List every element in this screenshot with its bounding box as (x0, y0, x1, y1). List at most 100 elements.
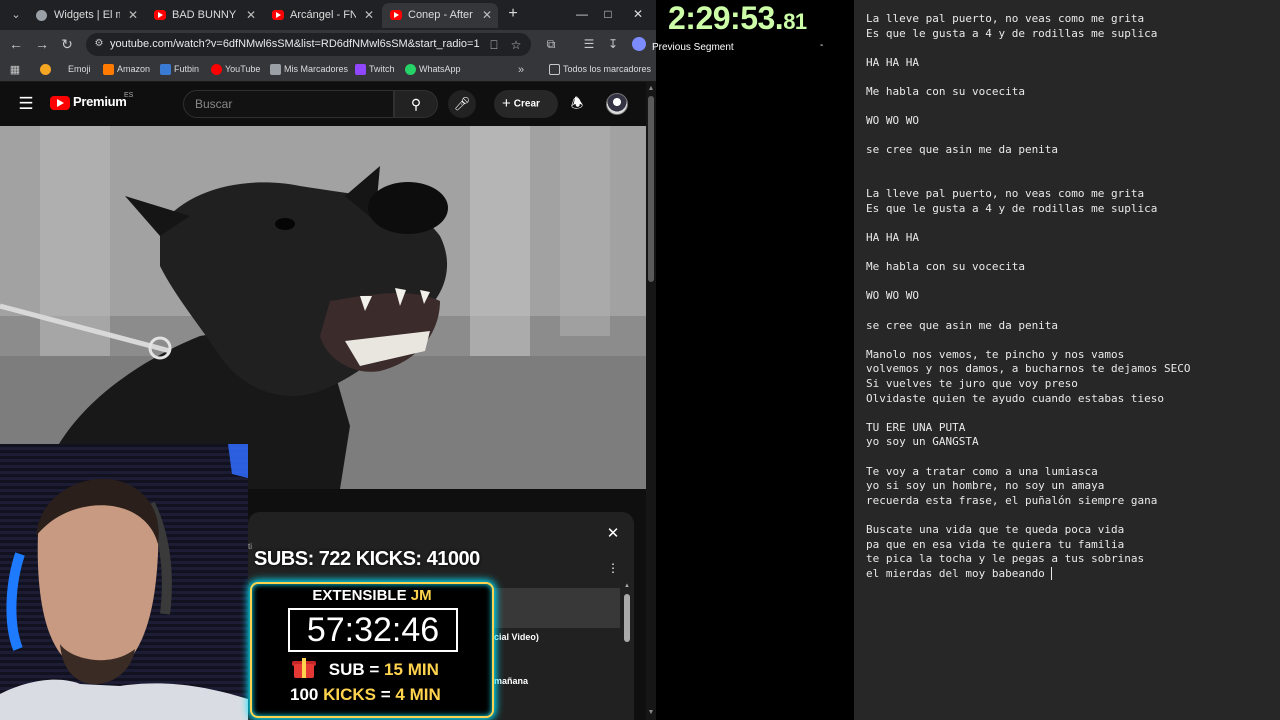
timer-title: EXTENSIBLE JM (252, 587, 492, 604)
lyric-line: Es que le gusta a 4 y de rodillas me sup… (866, 201, 1158, 215)
tab-bar: ⌄ Widgets | El mejor ✕ BAD BUNNY - AM ✕ … (0, 0, 656, 30)
maximize-icon[interactable]: □ (596, 4, 620, 24)
subs-kicks-counter: SUBS: 722 KICKS: 41000 (254, 548, 480, 570)
folder-icon (270, 64, 281, 75)
video-player[interactable] (0, 126, 646, 489)
bookmark-whatsapp[interactable]: WhatsApp (405, 58, 461, 81)
kicks-rule-count: 100 (290, 685, 319, 704)
close-playlist-icon[interactable]: ✕ (603, 524, 623, 544)
lyric-line: te pica la tocha y le pegas a tus sobrin… (866, 552, 1145, 566)
youtube-logo-text[interactable]: Premium (73, 94, 127, 109)
lyric-line: HA HA HA (866, 55, 919, 69)
kicks-rule-unit: MIN (409, 685, 441, 704)
minimize-icon[interactable]: — (570, 4, 594, 24)
tab-conep-after[interactable]: Conep - After (Offi ✕ (382, 3, 498, 28)
futbin-icon (160, 64, 171, 75)
panel-scroll-up-icon[interactable]: ▲ (623, 582, 631, 590)
playlist-current-row[interactable] (488, 588, 620, 628)
countdown-display: 57:32:46 (288, 608, 458, 652)
account-avatar[interactable] (606, 93, 628, 115)
browser-toolbar: ← → ↻ ⚙ youtube.com/watch?v=6dfNMwl6sSM&… (0, 30, 656, 58)
sub-rule-label: SUB (328, 660, 365, 679)
more-options-icon[interactable]: ⋮ (607, 560, 619, 576)
bookmark-label: Emoji (68, 64, 91, 74)
profile-avatar[interactable] (632, 37, 646, 51)
scroll-down-arrow-icon[interactable]: ▼ (646, 708, 656, 718)
close-tab-icon[interactable]: ✕ (246, 3, 256, 28)
search-input[interactable] (183, 90, 394, 118)
lyric-line: Es que le gusta a 4 y de rodillas me sup… (866, 26, 1158, 40)
address-bar[interactable]: ⚙ youtube.com/watch?v=6dfNMwl6sSM&list=R… (86, 33, 531, 56)
url-text: youtube.com/watch?v=6dfNMwl6sSM&list=RD6… (110, 38, 480, 50)
playlist-item-title[interactable]: mañana (494, 676, 528, 686)
panel-scrollbar-thumb[interactable] (624, 594, 630, 642)
tab-search-icon[interactable]: ⌄ (6, 5, 26, 25)
forward-icon[interactable]: → (32, 34, 52, 54)
media-control-icon[interactable]: ☰ (580, 35, 598, 53)
livesplit-timer: 2:29:53.81 Previous Segment - (652, 0, 854, 720)
youtube-icon (211, 64, 222, 75)
microphone-icon[interactable]: 🎤︎ (448, 90, 476, 118)
bookmark-label: YouTube (225, 64, 261, 74)
bookmark-mis-marcadores[interactable]: Mis Marcadores (270, 58, 348, 81)
tab-bad-bunny[interactable]: BAD BUNNY - AM ✕ (146, 3, 262, 28)
subathon-timer-widget: EXTENSIBLE JM 57:32:46 SUB = 15 MIN 100 … (250, 582, 494, 718)
bookmark-twitch[interactable]: Twitch (355, 58, 395, 81)
extensions-icon[interactable]: ⧉ (542, 35, 560, 53)
playlist-item-title[interactable]: cial Video) (494, 632, 539, 642)
lyric-line: recuerda esta frase, el puñalón siempre … (866, 493, 1158, 507)
apps-grid-icon[interactable]: ▦ (8, 63, 22, 77)
install-app-icon[interactable]: ⎕ (486, 37, 502, 53)
bookmark-youtube[interactable]: YouTube (211, 58, 260, 81)
bookmark-emoji[interactable]: Emoji (40, 58, 91, 81)
close-window-icon[interactable]: ✕ (626, 4, 650, 24)
bookmark-star-icon[interactable]: ☆ (508, 37, 524, 53)
tab-label: Arcángel - FN8 ( V (290, 9, 356, 21)
timer-title-accent: JM (410, 587, 432, 604)
menu-icon[interactable]: ☰ (16, 94, 36, 114)
twitch-icon (355, 64, 366, 75)
search-button[interactable]: ⚲ (394, 90, 438, 118)
sub-rule-value: 15 (384, 660, 403, 679)
downloads-icon[interactable]: ↧ (604, 35, 622, 53)
close-tab-icon[interactable]: ✕ (128, 3, 138, 28)
previous-segment-value: - (820, 40, 824, 51)
lyric-line: se cree que asin me da penita (866, 318, 1059, 332)
site-info-icon[interactable]: ⚙ (92, 37, 106, 51)
tab-widgets[interactable]: Widgets | El mejor ✕ (28, 3, 144, 28)
timer-title-main: EXTENSIBLE (312, 587, 407, 604)
scroll-up-arrow-icon[interactable]: ▲ (646, 84, 656, 94)
lyrics-notepad[interactable]: La lleve pal puerto, no veas como me gri… (854, 0, 1280, 720)
kicks-rule-label: KICKS (323, 685, 377, 704)
sub-rule-equals: = (369, 660, 380, 679)
reload-icon[interactable]: ↻ (57, 34, 77, 54)
close-tab-icon[interactable]: ✕ (364, 3, 374, 28)
lyric-line: pa que en esa vida te quiera tu familia (866, 537, 1125, 551)
sub-rule: SUB = 15 MIN (292, 658, 439, 680)
all-bookmarks-folder[interactable]: Todos los marcadores (549, 58, 651, 81)
more-bookmarks-icon[interactable]: » (514, 61, 528, 79)
kicks-rule-equals: = (380, 685, 391, 704)
bookmark-label: Twitch (369, 64, 395, 74)
tab-arcangel[interactable]: Arcángel - FN8 ( V ✕ (264, 3, 380, 28)
bookmark-amazon[interactable]: Amazon (103, 58, 150, 81)
playlist-title-fragment: ti (248, 542, 252, 551)
lyric-line: Olvidaste quien te ayudo cuando estabas … (866, 391, 1165, 405)
back-icon[interactable]: ← (6, 34, 26, 54)
bookmarks-bar: ▦ Emoji Amazon Futbin YouTube Mis Marcad… (0, 58, 656, 82)
youtube-logo-icon[interactable] (50, 96, 70, 110)
notifications-bell-icon[interactable]: 🕭︎ (566, 92, 588, 114)
close-tab-icon[interactable]: ✕ (482, 3, 492, 28)
new-tab-icon[interactable]: + (503, 4, 523, 24)
run-timer: 2:29:53.81 (668, 0, 807, 37)
sub-rule-unit: MIN (407, 660, 439, 679)
bookmark-label: Mis Marcadores (284, 64, 349, 74)
lyric-line: Te voy a tratar como a una lumiasca (866, 464, 1098, 478)
run-timer-main: 2:29:53. (668, 0, 784, 36)
plus-icon: + (502, 95, 511, 112)
youtube-favicon-icon (154, 10, 166, 20)
create-button[interactable]: + Crear (494, 90, 558, 118)
all-bookmarks-label: Todos los marcadores (563, 64, 652, 74)
page-scrollbar-thumb[interactable] (648, 96, 654, 282)
bookmark-futbin[interactable]: Futbin (160, 58, 199, 81)
